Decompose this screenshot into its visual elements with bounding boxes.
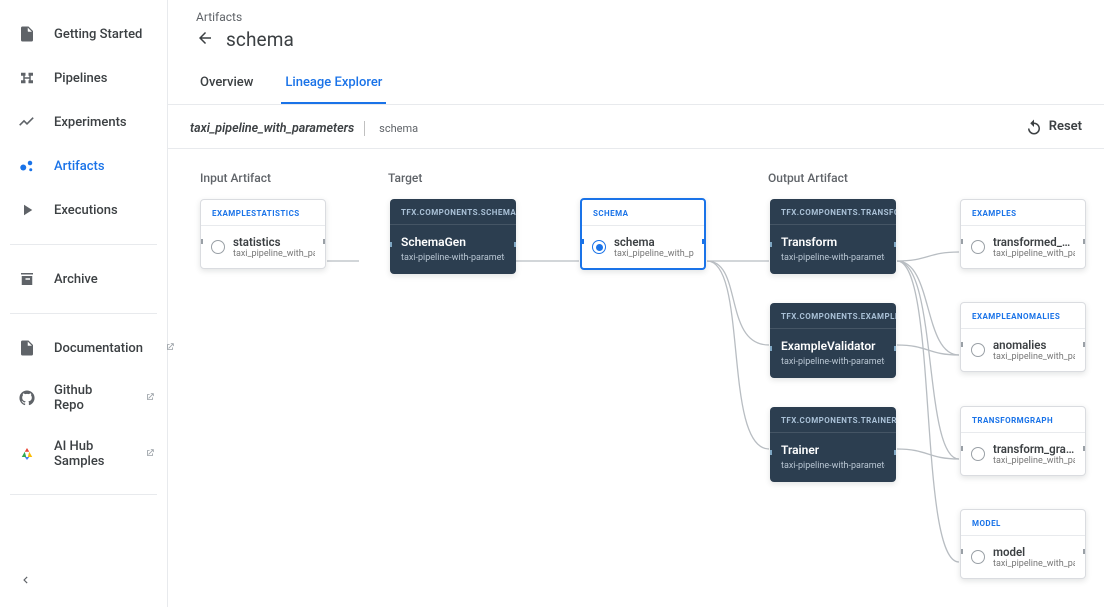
doc-icon: [18, 25, 36, 43]
reset-button[interactable]: Reset: [1025, 118, 1082, 136]
card-title: model: [993, 545, 1075, 559]
target-artifact-card[interactable]: SCHEMA schema taxi_pipeline_with_paramet…: [580, 198, 706, 270]
lineage-canvas[interactable]: Input Artifact Target Output Artifact: [168, 149, 1104, 607]
radio-icon[interactable]: [971, 447, 985, 461]
collapse-sidebar-button[interactable]: [0, 556, 167, 607]
output-card-examples[interactable]: EXAMPLES transformed_examples taxi_pipel…: [960, 199, 1086, 269]
card-subtitle: taxi_pipeline_with_parameters: [993, 352, 1075, 362]
nav-label: Pipelines: [54, 71, 107, 86]
nav-archive[interactable]: Archive: [0, 257, 167, 301]
consumer-card-examplevalidator[interactable]: TFX.COMPONENTS.EXAMPLE_VALIDATOR Example…: [770, 303, 896, 378]
page-title: schema: [226, 28, 294, 51]
output-card-transformgraph[interactable]: TRANSFORMGRAPH transform_graph taxi_pipe…: [960, 406, 1086, 476]
divider: [10, 244, 157, 245]
creator-execution-card[interactable]: TFX.COMPONENTS.SCHEMA_GEN SchemaGen taxi…: [390, 199, 516, 274]
nav-documentation[interactable]: Documentation: [0, 326, 167, 370]
radio-icon[interactable]: [211, 240, 225, 254]
play-icon: [18, 201, 36, 219]
nav-label: Github Repo: [54, 383, 123, 413]
card-title: transformed_examples: [993, 235, 1075, 249]
col-header-input: Input Artifact: [200, 171, 388, 185]
pipeline-crumb[interactable]: taxi_pipeline_with_parameters: [190, 121, 365, 136]
sidebar: Getting Started Pipelines Experiments Ar…: [0, 0, 168, 607]
card-eyebrow: EXAMPLEANOMALIES: [961, 303, 1085, 329]
nav-getting-started[interactable]: Getting Started: [0, 12, 167, 56]
nav-github[interactable]: Github Repo: [0, 370, 167, 426]
card-eyebrow: TRANSFORMGRAPH: [961, 407, 1085, 433]
divider: [10, 494, 157, 495]
card-eyebrow: TFX.COMPONENTS.TRANSFORM: [770, 199, 896, 225]
card-eyebrow: TFX.COMPONENTS.TRAINER: [770, 407, 896, 433]
bubbles-icon: [18, 157, 36, 175]
card-subtitle: taxi_pipeline_with_parameters: [614, 249, 694, 259]
consumer-card-transform[interactable]: TFX.COMPONENTS.TRANSFORM Transform taxi-…: [770, 199, 896, 274]
context-bar: taxi_pipeline_with_parameters schema Res…: [168, 105, 1104, 149]
check-icon: [18, 113, 36, 131]
card-title: SchemaGen: [401, 235, 505, 249]
card-subtitle: taxi-pipeline-with-parameters-j29rn: [781, 461, 885, 471]
nav-label: Artifacts: [54, 159, 105, 174]
nav-label: Archive: [54, 272, 98, 287]
card-eyebrow: SCHEMA: [582, 200, 704, 226]
card-eyebrow: EXAMPLESTATISTICS: [201, 200, 325, 226]
artifact-crumb[interactable]: schema: [369, 122, 418, 135]
nav-label: Executions: [54, 203, 118, 218]
card-subtitle: taxi-pipeline-with-parameters-j29rn: [781, 253, 885, 263]
card-subtitle: taxi_pipeline_with_parameters: [993, 456, 1075, 466]
input-artifact-card[interactable]: EXAMPLESTATISTICS statistics taxi_pipeli…: [200, 199, 326, 269]
radio-icon[interactable]: [592, 240, 606, 254]
nav-experiments[interactable]: Experiments: [0, 100, 167, 144]
tab-lineage-explorer[interactable]: Lineage Explorer: [281, 63, 386, 104]
nav-label: Documentation: [54, 341, 143, 356]
card-eyebrow: TFX.COMPONENTS.SCHEMA_GEN: [390, 199, 516, 225]
hub-icon: [18, 445, 36, 463]
output-card-anomalies[interactable]: EXAMPLEANOMALIES anomalies taxi_pipeline…: [960, 302, 1086, 372]
card-title: transform_graph: [993, 442, 1075, 456]
github-icon: [18, 389, 36, 407]
card-eyebrow: TFX.COMPONENTS.EXAMPLE_VALIDATOR: [770, 303, 896, 329]
card-subtitle: taxi-pipeline-with-parameters-j29rn: [781, 357, 885, 367]
divider: [10, 313, 157, 314]
card-title: schema: [614, 235, 694, 249]
card-title: statistics: [233, 235, 315, 249]
nav-artifacts[interactable]: Artifacts: [0, 144, 167, 188]
card-eyebrow: MODEL: [961, 510, 1085, 536]
breadcrumb[interactable]: Artifacts: [196, 10, 1076, 24]
radio-icon[interactable]: [971, 343, 985, 357]
doc-icon: [18, 339, 36, 357]
archive-icon: [18, 270, 36, 288]
card-title: ExampleValidator: [781, 339, 885, 353]
col-header-target: Target: [388, 171, 768, 185]
reset-label: Reset: [1049, 119, 1082, 134]
nav-aihub[interactable]: AI Hub Samples: [0, 426, 167, 482]
nav-label: Experiments: [54, 115, 127, 130]
output-card-model[interactable]: MODEL model taxi_pipeline_with_parameter…: [960, 509, 1086, 579]
radio-icon[interactable]: [971, 240, 985, 254]
radio-icon[interactable]: [971, 550, 985, 564]
reset-icon: [1025, 118, 1043, 136]
card-subtitle: taxi_pipeline_with_parameters: [993, 249, 1075, 259]
nav-label: AI Hub Samples: [54, 439, 123, 469]
flow-icon: [18, 69, 36, 87]
tabs: Overview Lineage Explorer: [168, 63, 1104, 105]
card-subtitle: taxi_pipeline_with_parameters: [233, 249, 315, 259]
card-eyebrow: EXAMPLES: [961, 200, 1085, 226]
tab-overview[interactable]: Overview: [196, 63, 257, 104]
card-title: anomalies: [993, 338, 1075, 352]
card-title: Transform: [781, 235, 885, 249]
consumer-card-trainer[interactable]: TFX.COMPONENTS.TRAINER Trainer taxi-pipe…: [770, 407, 896, 482]
external-link-icon: [145, 447, 155, 462]
external-link-icon: [145, 391, 155, 406]
card-subtitle: taxi-pipeline-with-parameters-j29rn: [401, 253, 505, 263]
nav-executions[interactable]: Executions: [0, 188, 167, 232]
header: Artifacts schema: [168, 0, 1104, 63]
back-icon[interactable]: [196, 29, 214, 51]
col-header-output: Output Artifact: [768, 171, 1104, 185]
nav-label: Getting Started: [54, 27, 142, 42]
card-subtitle: taxi_pipeline_with_parameters: [993, 559, 1075, 569]
card-title: Trainer: [781, 443, 885, 457]
nav-pipelines[interactable]: Pipelines: [0, 56, 167, 100]
main-panel: Artifacts schema Overview Lineage Explor…: [168, 0, 1104, 607]
